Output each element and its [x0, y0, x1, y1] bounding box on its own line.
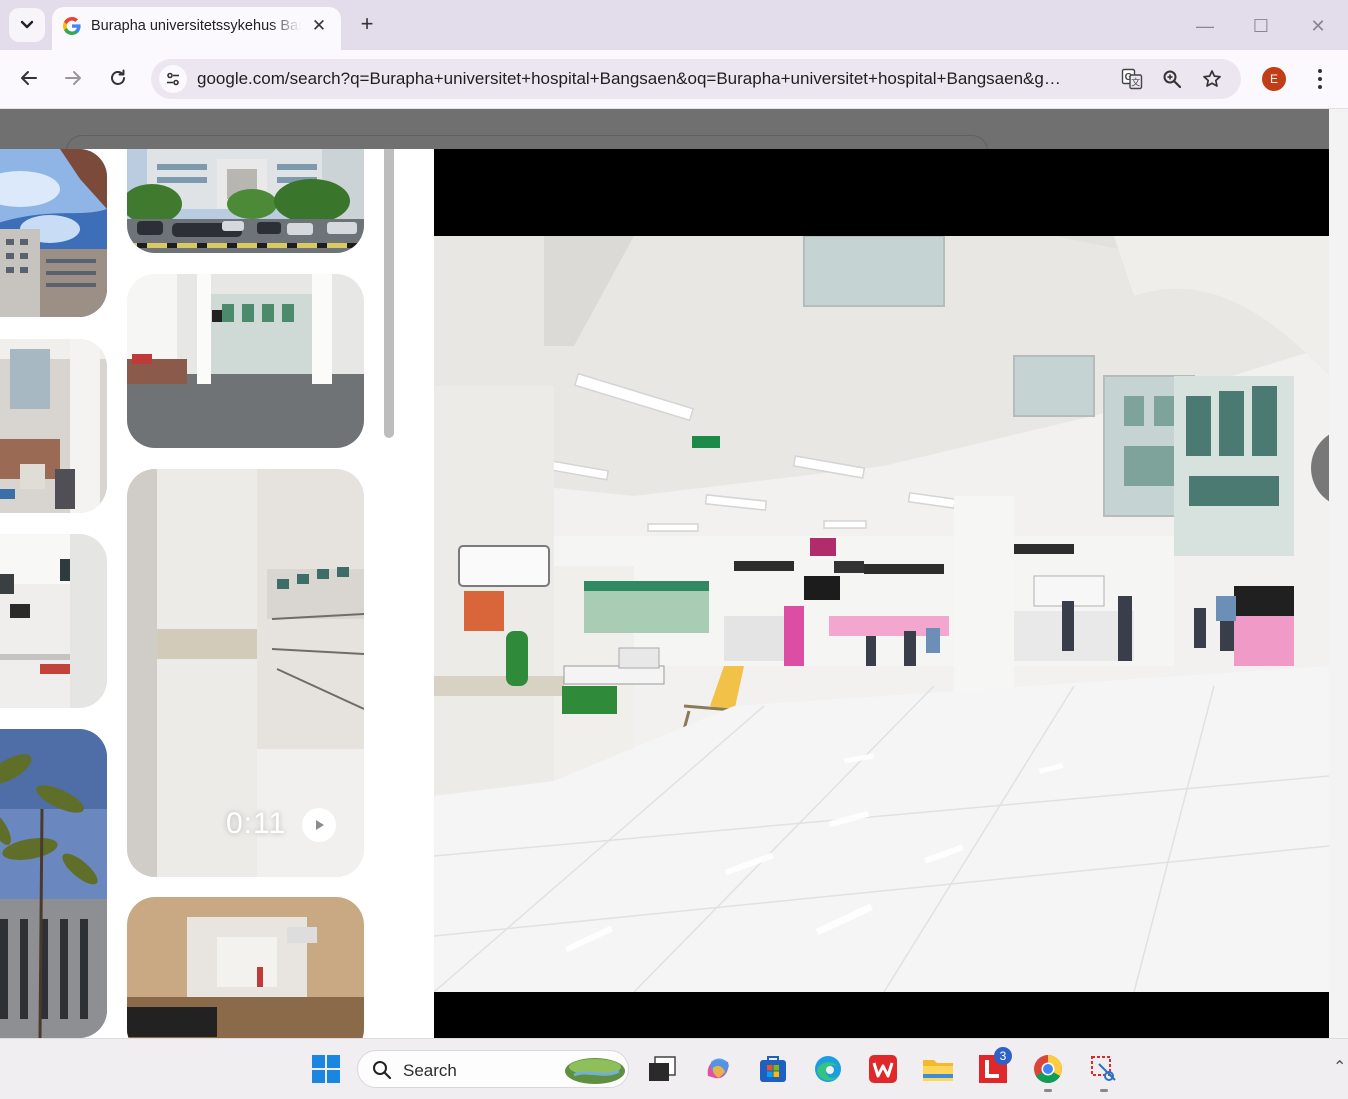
windows-start-icon[interactable]: [310, 1053, 342, 1085]
svg-text:文: 文: [1131, 77, 1140, 89]
file-explorer-icon[interactable]: [922, 1053, 954, 1085]
thumbnail-video[interactable]: 0:11: [127, 469, 364, 877]
active-tab[interactable]: Burapha universitetssykehus Bangsaen - G…: [52, 7, 341, 50]
bookmark-star-icon: [1203, 70, 1221, 87]
thumbnail-corridor[interactable]: [127, 274, 364, 448]
close-window-button[interactable]: ✕: [1304, 12, 1332, 40]
tab-title: Burapha universitetssykehus Bangsaen - G…: [91, 18, 301, 34]
edge-icon[interactable]: [812, 1053, 844, 1085]
url-text[interactable]: google.com/search?q=Burapha+universitet+…: [197, 69, 1063, 89]
reload-icon: [111, 69, 125, 85]
tab-search-button[interactable]: [9, 8, 45, 42]
thumbnail-building-sky[interactable]: [0, 149, 107, 317]
video-duration: 0:11: [226, 807, 287, 840]
wps-office-icon[interactable]: [867, 1053, 899, 1085]
bookmark-button[interactable]: [1200, 67, 1224, 91]
tab-strip: Burapha universitetssykehus Bangsaen - G…: [0, 0, 1348, 50]
google-favicon-icon: [63, 17, 81, 35]
translate-button[interactable]: G 文: [1120, 67, 1144, 91]
back-button[interactable]: [13, 62, 45, 94]
zoom-button[interactable]: [1160, 67, 1184, 91]
windows-taskbar: Search 3 ⌃: [0, 1038, 1348, 1099]
play-icon: [316, 820, 324, 830]
chrome-icon[interactable]: [1032, 1053, 1064, 1085]
address-bar[interactable]: google.com/search?q=Burapha+universitet+…: [151, 59, 1241, 99]
dimmed-search-header: [0, 109, 1329, 167]
site-info-icon: [167, 72, 179, 86]
system-tray-chevron-icon[interactable]: ⌃: [1333, 1057, 1348, 1077]
kebab-menu-icon[interactable]: [1308, 66, 1332, 92]
back-arrow-icon: [21, 71, 37, 85]
search-icon: [373, 1061, 392, 1080]
play-button[interactable]: [302, 808, 336, 842]
taskbar-search-label: Search: [403, 1061, 457, 1080]
site-info-button[interactable]: [159, 65, 187, 93]
thumbnail-hospital-exterior[interactable]: [127, 149, 364, 253]
minimize-button[interactable]: —: [1191, 12, 1219, 40]
main-image-frame: [434, 149, 1329, 1038]
microsoft-store-icon[interactable]: [757, 1053, 789, 1085]
tab-close-icon[interactable]: ✕: [309, 16, 329, 36]
browser-toolbar: google.com/search?q=Burapha+universitet+…: [0, 50, 1348, 109]
page-content: 0:11: [0, 109, 1329, 1038]
zoom-icon: [1163, 70, 1182, 89]
notification-badge: 3: [994, 1047, 1012, 1065]
image-viewer: 0:11: [0, 149, 1329, 1038]
thumbnail-lobby-pillar[interactable]: [0, 339, 107, 513]
hospital-lobby-photo: [434, 236, 1329, 992]
chrome-running-indicator: [1044, 1089, 1052, 1092]
profile-avatar[interactable]: E: [1262, 67, 1286, 91]
translate-icon: G 文: [1121, 68, 1143, 90]
reload-button[interactable]: [102, 62, 134, 94]
thumbnail-scrollbar[interactable]: [384, 149, 394, 438]
thumbnail-patient-room[interactable]: [127, 897, 364, 1038]
forward-button[interactable]: [57, 62, 89, 94]
thumbnail-tree-building[interactable]: [0, 729, 107, 1038]
maximize-button[interactable]: ☐: [1247, 12, 1275, 40]
chevron-down-icon: [20, 20, 34, 29]
taskbar-search-box[interactable]: Search: [357, 1050, 629, 1088]
search-highlight-image: [565, 1058, 625, 1084]
new-tab-button[interactable]: +: [356, 13, 378, 35]
thumbnail-waiting-hall[interactable]: [0, 534, 107, 708]
snipping-tool-icon[interactable]: [1088, 1053, 1120, 1085]
thumbnail-column-left: [0, 149, 110, 1038]
snipping-running-indicator: [1100, 1089, 1108, 1092]
thumbnail-column-middle: 0:11: [127, 149, 364, 1038]
page-scrollbar[interactable]: [1329, 109, 1348, 1038]
forward-arrow-icon: [65, 71, 81, 85]
task-view-icon[interactable]: [646, 1053, 678, 1085]
copilot-icon[interactable]: [702, 1053, 734, 1085]
